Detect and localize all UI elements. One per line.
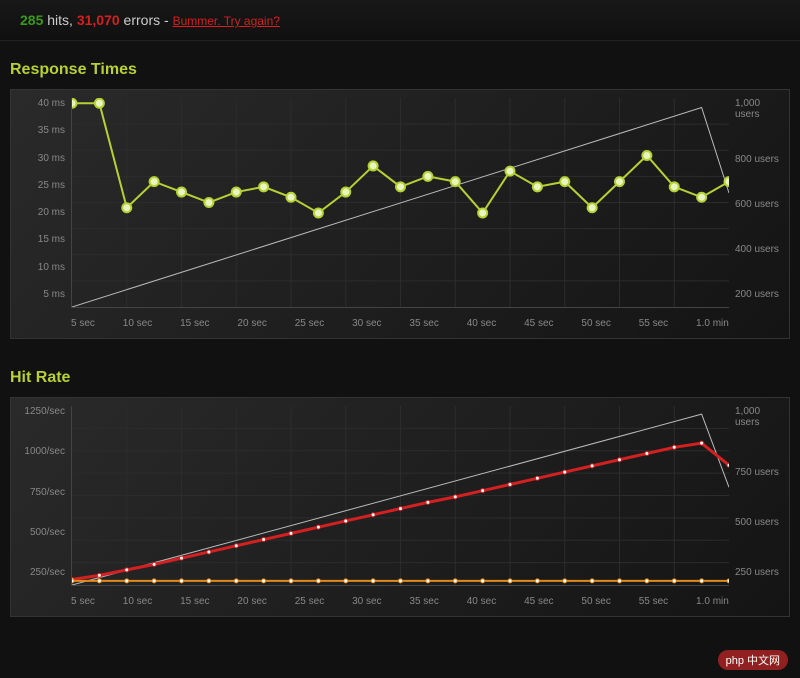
axis-tick: 45 sec	[524, 318, 553, 329]
axis-tick: 30 sec	[352, 596, 381, 607]
axis-tick: 40 ms	[17, 98, 65, 109]
axis-tick: 50 sec	[581, 318, 610, 329]
axis-tick: 45 sec	[524, 596, 553, 607]
axis-tick: 250 users	[735, 567, 783, 578]
axis-tick: 5 sec	[71, 596, 95, 607]
axis-tick: 50 sec	[581, 596, 610, 607]
axis-tick: 15 sec	[180, 596, 209, 607]
y-axis-right: 1,000 users 750 users 500 users 250 users	[729, 398, 789, 586]
axis-tick: 15 sec	[180, 318, 209, 329]
axis-tick: 30 ms	[17, 153, 65, 164]
axis-tick: 500 users	[735, 517, 783, 528]
axis-tick: 200 users	[735, 289, 783, 300]
axis-tick: 10 ms	[17, 262, 65, 273]
retry-link[interactable]: Bummer. Try again?	[173, 14, 280, 28]
axis-tick: 25 sec	[295, 596, 324, 607]
axis-tick: 40 sec	[467, 596, 496, 607]
errors-count: 31,070	[77, 12, 120, 28]
plot-area	[71, 406, 729, 586]
x-axis: 5 sec 10 sec 15 sec 20 sec 25 sec 30 sec 35 se…	[71, 586, 729, 616]
watermark-badge: php 中文网	[718, 650, 788, 670]
axis-tick: 25 sec	[295, 318, 324, 329]
axis-tick: 750 users	[735, 467, 783, 478]
axis-tick: 20 sec	[237, 318, 266, 329]
y-axis-right: 1,000 users 800 users 600 users 400 users 20…	[729, 90, 789, 308]
y-axis-left: 1250/sec 1000/sec 750/sec 500/sec 250/sec	[11, 398, 71, 586]
hits-count: 285	[20, 12, 43, 28]
summary-bar: 285 hits, 31,070 errors - Bummer. Try ag…	[0, 0, 800, 41]
section-title-hit-rate: Hit Rate	[0, 349, 800, 397]
axis-tick: 600 users	[735, 199, 783, 210]
axis-tick: 25 ms	[17, 180, 65, 191]
axis-tick: 1,000 users	[735, 406, 783, 428]
chart-hit-rate: 1250/sec 1000/sec 750/sec 500/sec 250/sec 1,…	[10, 397, 790, 617]
axis-tick: 15 ms	[17, 234, 65, 245]
axis-tick: 500/sec	[17, 527, 65, 538]
hits-label: hits,	[47, 12, 73, 28]
axis-tick: 20 sec	[237, 596, 266, 607]
axis-tick: 55 sec	[639, 596, 668, 607]
axis-tick: 5 sec	[71, 318, 95, 329]
axis-tick: 250/sec	[17, 567, 65, 578]
axis-tick: 10 sec	[123, 596, 152, 607]
plot-area	[71, 98, 729, 308]
axis-tick: 35 ms	[17, 125, 65, 136]
axis-tick: 1250/sec	[17, 406, 65, 417]
axis-tick: 800 users	[735, 154, 783, 165]
axis-tick: 35 sec	[409, 318, 438, 329]
axis-tick: 30 sec	[352, 318, 381, 329]
x-axis: 5 sec 10 sec 15 sec 20 sec 25 sec 30 sec 35 se…	[71, 308, 729, 338]
axis-tick: 55 sec	[639, 318, 668, 329]
axis-tick: 1.0 min	[696, 318, 729, 329]
axis-tick: 1.0 min	[696, 596, 729, 607]
section-title-response-times: Response Times	[0, 41, 800, 89]
axis-tick: 5 ms	[17, 289, 65, 300]
chart-response-times: 40 ms35 ms30 ms25 ms20 ms15 ms10 ms5 ms …	[10, 89, 790, 339]
axis-tick: 20 ms	[17, 207, 65, 218]
errors-label: errors -	[124, 12, 169, 28]
axis-tick: 1000/sec	[17, 446, 65, 457]
y-axis-left: 40 ms 35 ms 30 ms 25 ms 20 ms 15 ms 10 ms 5 ms	[11, 90, 71, 308]
axis-tick: 40 sec	[467, 318, 496, 329]
axis-tick: 750/sec	[17, 487, 65, 498]
axis-tick: 1,000 users	[735, 98, 783, 120]
axis-tick: 35 sec	[409, 596, 438, 607]
axis-tick: 10 sec	[123, 318, 152, 329]
axis-tick: 400 users	[735, 244, 783, 255]
